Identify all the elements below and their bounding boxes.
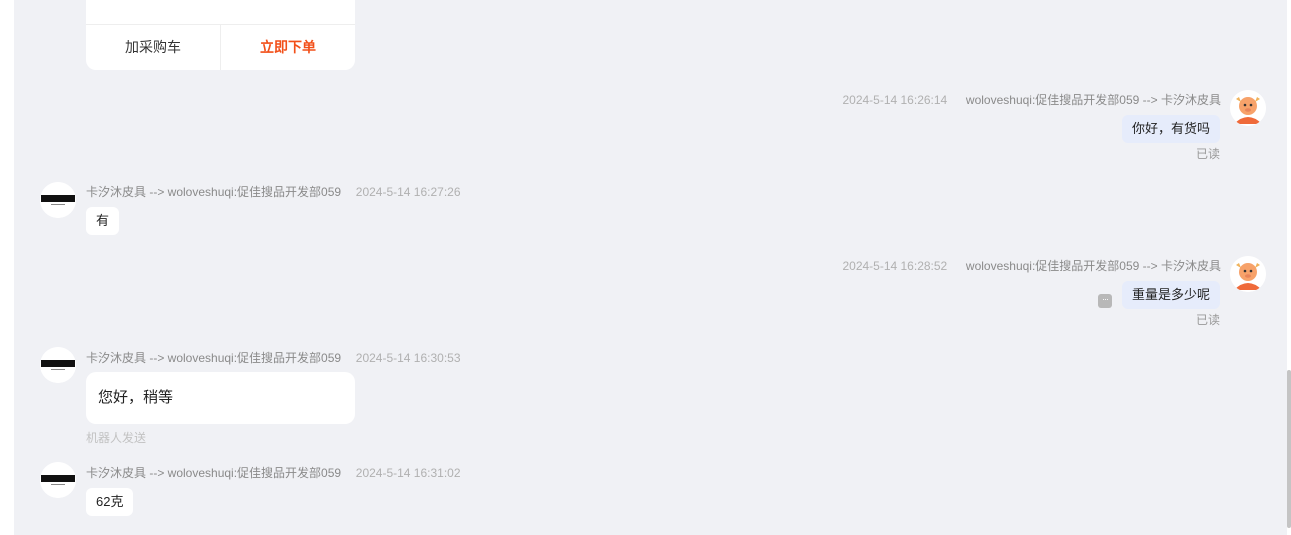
message-sender: woloveshuqi:促佳搜品开发部059 --> 卡汐沐皮具 — [965, 259, 1221, 273]
user-avatar-icon[interactable] — [1230, 90, 1266, 126]
message-bubble[interactable]: 你好，有货吗 — [1121, 115, 1220, 143]
message-time: 2024-5-14 16:30:53 — [355, 351, 461, 365]
message-bubble[interactable]: 您好，稍等 — [86, 372, 355, 424]
message-sender: 卡汐沐皮具 --> woloveshuqi:促佳搜品开发部059 — [86, 466, 342, 480]
product-card: 加采购车 立即下单 — [86, 0, 355, 70]
message-sender: woloveshuqi:促佳搜品开发部059 --> 卡汐沐皮具 — [965, 93, 1221, 107]
robot-sent-label: 机器人发送 — [86, 431, 147, 445]
chat-panel[interactable]: 加采购车 立即下单 2024-5-14 16:26:14 woloveshuqi… — [14, 0, 1287, 535]
message-meta: 2024-5-14 16:26:14 woloveshuqi:促佳搜品开发部05… — [842, 91, 1221, 108]
card-price-row — [86, 0, 355, 4]
message-meta: 卡汐沐皮具 --> woloveshuqi:促佳搜品开发部059 2024-5-… — [86, 464, 461, 481]
chat-scrollbar[interactable] — [1287, 370, 1291, 528]
shop-logo-icon[interactable] — [40, 182, 76, 218]
order-now-button[interactable]: 立即下单 — [221, 25, 355, 70]
read-status: 已读 — [1195, 147, 1220, 161]
add-to-cart-button[interactable]: 加采购车 — [86, 25, 221, 70]
message-bubble[interactable]: 重量是多少呢 — [1121, 281, 1220, 309]
shop-logo-icon[interactable] — [40, 462, 76, 498]
message-meta: 卡汐沐皮具 --> woloveshuqi:促佳搜品开发部059 2024-5-… — [86, 349, 461, 366]
message-time: 2024-5-14 16:31:02 — [355, 466, 461, 480]
message-time: 2024-5-14 16:27:26 — [355, 185, 461, 199]
message-meta: 2024-5-14 16:28:52 woloveshuqi:促佳搜品开发部05… — [842, 257, 1221, 274]
read-status: 已读 — [1195, 313, 1220, 327]
more-options-icon[interactable]: ··· — [1098, 294, 1112, 308]
message-bubble[interactable]: 有 — [86, 207, 120, 235]
message-sender: 卡汐沐皮具 --> woloveshuqi:促佳搜品开发部059 — [86, 185, 342, 199]
shop-logo-icon[interactable] — [40, 347, 76, 383]
user-avatar-icon[interactable] — [1230, 256, 1266, 292]
message-time: 2024-5-14 16:28:52 — [842, 259, 948, 273]
message-sender: 卡汐沐皮具 --> woloveshuqi:促佳搜品开发部059 — [86, 351, 342, 365]
message-meta: 卡汐沐皮具 --> woloveshuqi:促佳搜品开发部059 2024-5-… — [86, 183, 461, 200]
message-time: 2024-5-14 16:26:14 — [842, 93, 948, 107]
message-bubble[interactable]: 62克 — [86, 488, 134, 516]
